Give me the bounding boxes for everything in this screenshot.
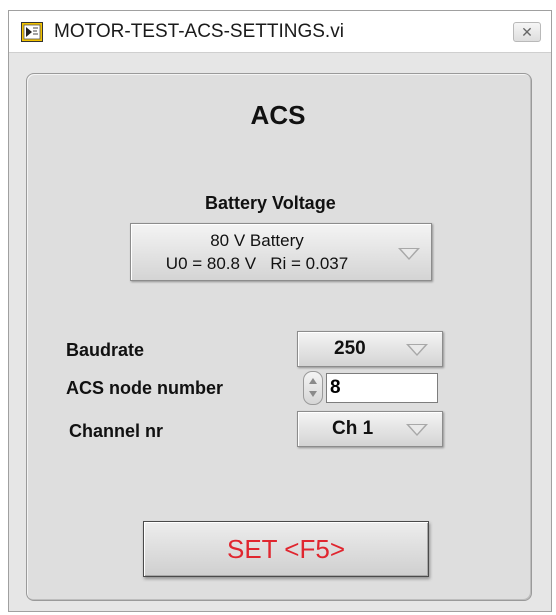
battery-option-line1: 80 V Battery: [210, 231, 304, 250]
battery-option-line2: U0 = 80.8 V Ri = 0.037: [165, 254, 349, 273]
chevron-down-icon: [398, 248, 420, 260]
battery-voltage-ring[interactable]: 80 V Battery U0 = 80.8 V Ri = 0.037: [130, 223, 432, 281]
chevron-down-icon: [406, 344, 428, 356]
channel-ring[interactable]: Ch 1: [297, 411, 443, 447]
channel-label: Channel nr: [69, 421, 164, 441]
acs-node-label: ACS node number: [66, 378, 224, 398]
decrement-arrow-icon[interactable]: [309, 391, 317, 397]
close-button[interactable]: ✕: [513, 22, 541, 42]
close-icon: ✕: [521, 24, 533, 40]
node-increment-decrement[interactable]: [303, 371, 323, 405]
baudrate-value: 250: [334, 338, 366, 359]
increment-arrow-icon[interactable]: [309, 378, 317, 384]
baudrate-ring[interactable]: 250: [297, 331, 443, 367]
battery-voltage-label: Battery Voltage: [205, 193, 336, 213]
window-title: MOTOR-TEST-ACS-SETTINGS.vi: [54, 21, 344, 42]
panel-title: ACS: [250, 100, 306, 130]
baudrate-label: Baudrate: [66, 340, 145, 360]
title-bar: MOTOR-TEST-ACS-SETTINGS.vi ✕: [9, 11, 551, 53]
acs-node-input[interactable]: 8: [326, 373, 438, 403]
channel-value: Ch 1: [332, 418, 374, 439]
set-button[interactable]: SET <F5>: [143, 521, 429, 577]
labview-vi-icon: [21, 22, 43, 42]
chevron-down-icon: [406, 424, 428, 436]
